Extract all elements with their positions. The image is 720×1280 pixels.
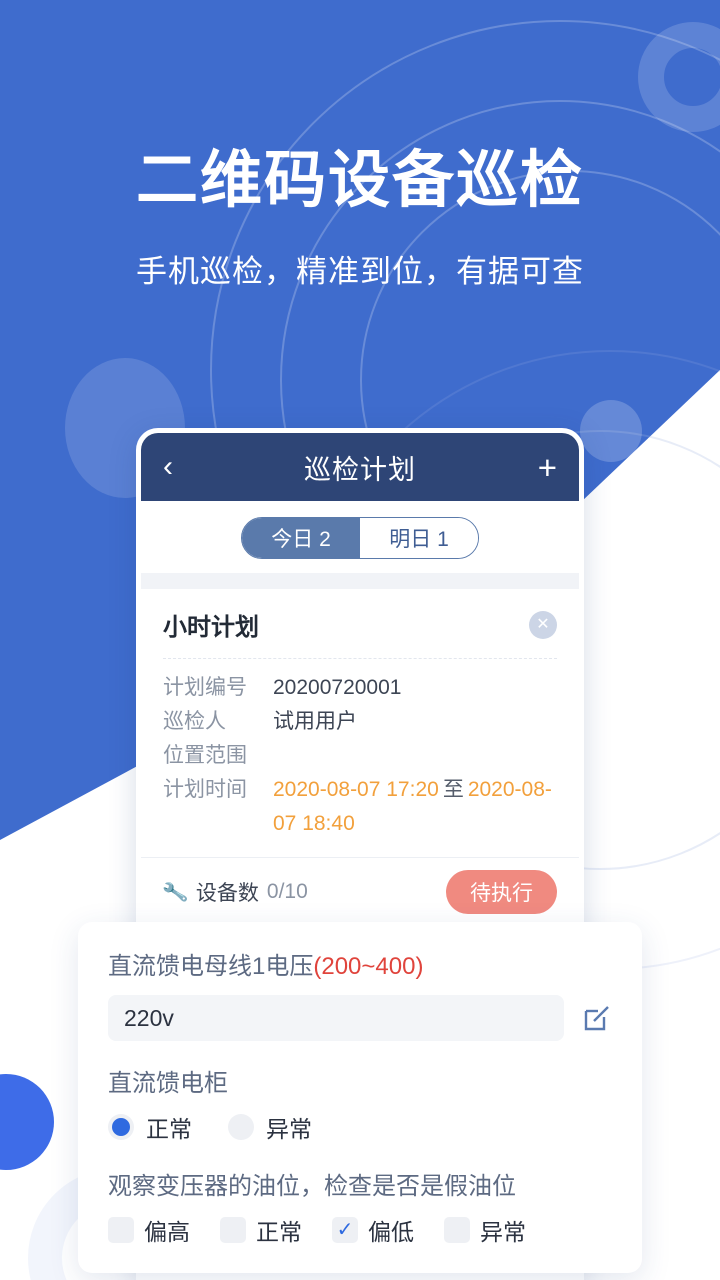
wrench-icon: 🔧 <box>161 879 190 906</box>
field-value-time: 2020-08-07 17:20 至 2020-08-07 18:40 <box>273 773 557 841</box>
voltage-input[interactable]: 220v <box>108 995 564 1041</box>
page-title: 二维码设备巡检 <box>135 146 584 215</box>
plan-card[interactable]: 小时计划 ✕ 计划编号 20200720001 巡检人 试用用户 位置范围 计划… <box>141 589 579 928</box>
oil-level-checkbox-group: 偏高 正常 ✓ 偏低 异常 <box>108 1213 612 1247</box>
field-value: 20200720001 <box>273 676 402 699</box>
page-subtitle: 手机巡检，精准到位，有据可查 <box>136 254 584 290</box>
checkbox-option-abnormal[interactable]: 异常 <box>444 1213 526 1247</box>
checkbox-label: 偏低 <box>368 1219 414 1245</box>
radio-icon[interactable] <box>228 1114 254 1140</box>
field-row: 巡检人 试用用户 <box>163 705 557 739</box>
time-start: 2020-08-07 17:20 <box>273 778 439 801</box>
inspection-form-card: 直流馈电母线1电压(200~400) 220v 直流馈电柜 正常 异常 观察变压… <box>78 922 642 1273</box>
promo-screenshot: 二维码设备巡检 手机巡检，精准到位，有据可查 ‹ 巡检计划 + 今日 2 明日 … <box>0 0 720 1280</box>
card-title: 小时计划 <box>163 614 259 641</box>
voltage-range: (200~400) <box>313 953 424 980</box>
segmented-control: 今日 2 明日 1 <box>241 517 479 559</box>
checkbox-label: 偏高 <box>144 1219 190 1245</box>
field-row-time: 计划时间 2020-08-07 17:20 至 2020-08-07 18:40 <box>163 773 557 841</box>
card-header: 小时计划 ✕ <box>141 589 579 658</box>
app-header: ‹ 巡检计划 + <box>141 433 579 501</box>
voltage-label: 直流馈电母线1电压(200~400) <box>108 946 612 981</box>
oil-level-label: 观察变压器的油位，检查是否是假油位 <box>108 1173 516 1200</box>
voltage-label-text: 直流馈电母线1电压 <box>108 953 314 980</box>
time-separator: 至 <box>442 778 464 801</box>
edit-square-icon[interactable] <box>582 1003 612 1033</box>
card-fields: 计划编号 20200720001 巡检人 试用用户 位置范围 计划时间 2020… <box>141 659 579 851</box>
tab-bar: 今日 2 明日 1 <box>141 501 579 573</box>
cabinet-label: 直流馈电柜 <box>108 1070 228 1097</box>
checkbox-icon[interactable] <box>108 1217 134 1243</box>
field-label: 巡检人 <box>163 710 226 733</box>
tab-today[interactable]: 今日 2 <box>242 518 360 558</box>
radio-icon-selected[interactable] <box>108 1114 134 1140</box>
back-icon[interactable]: ‹ <box>163 452 203 482</box>
radio-label: 正常 <box>146 1116 192 1142</box>
list-divider <box>141 573 579 589</box>
field-row: 位置范围 <box>163 739 557 773</box>
hero-section: 二维码设备巡检 手机巡检，精准到位，有据可查 <box>0 0 720 291</box>
field-row: 计划编号 20200720001 <box>163 671 557 705</box>
checkbox-label: 异常 <box>480 1219 526 1245</box>
checkbox-option-low[interactable]: ✓ 偏低 <box>332 1213 414 1247</box>
checkbox-option-normal[interactable]: 正常 <box>220 1213 302 1247</box>
checkbox-icon[interactable] <box>220 1217 246 1243</box>
checkbox-option-high[interactable]: 偏高 <box>108 1213 190 1247</box>
device-label: 设备数 <box>195 882 259 905</box>
decorative-dot-right <box>580 400 642 462</box>
voltage-input-row: 220v <box>108 995 612 1041</box>
radio-option-normal[interactable]: 正常 <box>108 1110 192 1144</box>
field-label: 计划编号 <box>163 676 247 699</box>
field-label: 位置范围 <box>163 744 247 767</box>
decorative-circle-bottom-left <box>0 1074 54 1170</box>
app-title: 巡检计划 <box>304 454 416 485</box>
checkbox-label: 正常 <box>256 1219 302 1245</box>
plus-icon[interactable]: + <box>517 451 557 484</box>
cabinet-radio-group: 正常 异常 <box>108 1110 612 1144</box>
radio-label: 异常 <box>266 1116 312 1142</box>
tab-tomorrow[interactable]: 明日 1 <box>360 518 478 558</box>
device-count: 0/10 <box>266 880 308 903</box>
field-value: 试用用户 <box>273 710 357 733</box>
checkbox-icon[interactable] <box>444 1217 470 1243</box>
field-label: 计划时间 <box>163 778 247 801</box>
device-count-group: 🔧 设备数 0/10 <box>161 877 308 907</box>
close-circle-icon[interactable]: ✕ <box>529 610 557 639</box>
card-footer: 🔧 设备数 0/10 待执行 <box>141 858 579 928</box>
status-badge: 待执行 <box>446 870 557 914</box>
radio-option-abnormal[interactable]: 异常 <box>228 1110 312 1144</box>
checkbox-icon-checked[interactable]: ✓ <box>332 1217 358 1243</box>
